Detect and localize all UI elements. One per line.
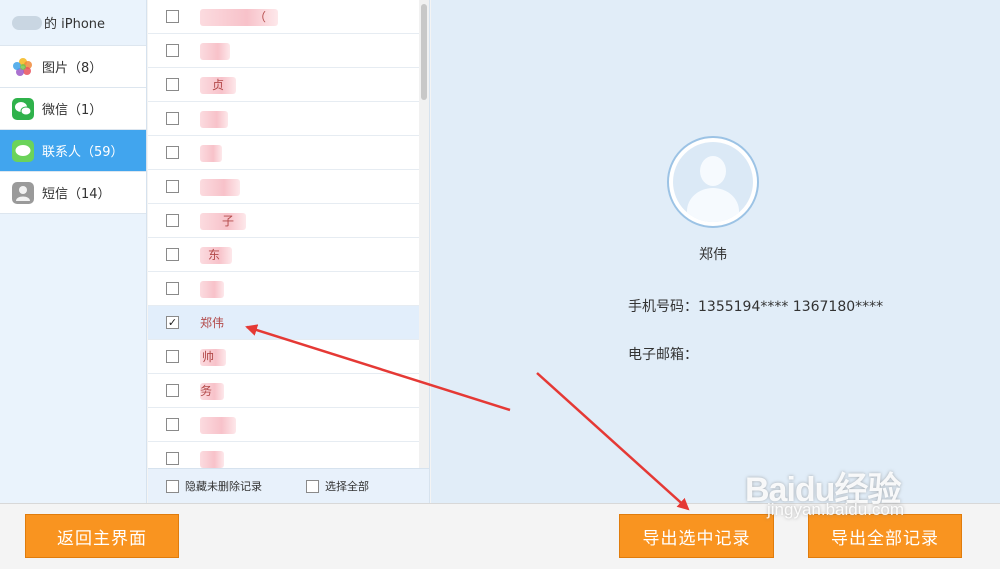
back-to-main-button[interactable]: 返回主界面	[25, 514, 179, 558]
contact-checkbox[interactable]	[166, 350, 179, 363]
contact-name-label: 帅	[202, 350, 215, 364]
default-avatar-icon	[673, 142, 753, 222]
watermark-site: jingyan.baidu.com	[767, 500, 905, 519]
contact-checkbox[interactable]	[166, 146, 179, 159]
list-item[interactable]: 东	[148, 238, 420, 272]
sidebar-item-sms[interactable]: 短信（14）	[0, 172, 146, 214]
contact-name-label: 务	[200, 384, 213, 398]
sidebar-item-photos[interactable]: 图片（8）	[0, 46, 146, 88]
email-label: 电子邮箱：	[628, 347, 698, 363]
list-item[interactable]	[148, 136, 420, 170]
sidebar-item-label: 图片（8）	[42, 61, 103, 76]
list-item[interactable]	[148, 170, 420, 204]
phone-manager-window: 的 iPhone 图片（8） 微信（1） 联系人（59） 短信（14） （ 贞 …	[0, 0, 1000, 569]
contacts-message-icon	[12, 139, 34, 162]
hide-deleted-label: 隐藏未删除记录	[185, 480, 262, 493]
contact-name-label: （	[254, 10, 267, 24]
contact-checkbox[interactable]	[166, 248, 179, 261]
contact-checkbox[interactable]	[166, 10, 179, 23]
list-footer: 隐藏未删除记录 选择全部	[148, 468, 429, 503]
pixelated-name	[200, 43, 230, 60]
sms-contact-icon	[12, 181, 34, 204]
sidebar: 的 iPhone 图片（8） 微信（1） 联系人（59） 短信（14）	[0, 0, 147, 503]
list-item[interactable]: ✓ 郑伟	[148, 306, 420, 340]
scrollbar-thumb[interactable]	[421, 4, 427, 100]
list-item[interactable]	[148, 408, 420, 442]
select-all-checkbox[interactable]	[306, 479, 319, 493]
contact-detail-panel: 郑伟 手机号码：1355194**** 1367180**** 电子邮箱：	[431, 0, 1000, 503]
contact-name-label: 东	[208, 248, 221, 262]
list-item[interactable]	[148, 272, 420, 306]
pixelated-name	[200, 281, 224, 298]
sidebar-item-label: 短信（14）	[42, 187, 111, 202]
contact-checkbox[interactable]	[166, 452, 179, 465]
device-item[interactable]: 的 iPhone	[0, 0, 146, 46]
contact-name-label: 子	[222, 214, 235, 228]
list-scrollbar[interactable]	[419, 0, 429, 468]
contact-name-label: 郑伟	[200, 316, 225, 330]
pixelated-name	[200, 417, 236, 434]
device-label: 的 iPhone	[44, 17, 106, 32]
contact-checkbox[interactable]: ✓	[166, 316, 179, 329]
list-item[interactable]	[148, 34, 420, 68]
pixelated-name	[200, 145, 222, 162]
list-item[interactable]: （	[148, 0, 420, 34]
phone-label: 手机号码：	[628, 299, 698, 315]
list-item[interactable]: 帅	[148, 340, 420, 374]
sidebar-item-wechat[interactable]: 微信（1）	[0, 88, 146, 130]
sidebar-item-label: 微信（1）	[42, 103, 103, 118]
list-item[interactable]: 贞	[148, 68, 420, 102]
contact-name-label: 贞	[212, 78, 225, 92]
wechat-icon	[12, 97, 34, 120]
avatar	[667, 136, 759, 228]
contact-checkbox[interactable]	[166, 78, 179, 91]
pixelated-name	[200, 111, 228, 128]
sidebar-item-contacts[interactable]: 联系人（59）	[0, 130, 146, 172]
hide-deleted-checkbox[interactable]	[166, 479, 179, 493]
list-item[interactable]: 子	[148, 204, 420, 238]
contact-checkbox[interactable]	[166, 214, 179, 227]
baidu-watermark: Baidu经验 jingyan.baidu.com	[745, 462, 904, 519]
pixelated-name	[200, 451, 224, 468]
contact-checkbox[interactable]	[166, 418, 179, 431]
email-row: 电子邮箱：	[628, 344, 698, 364]
contact-checkbox[interactable]	[166, 282, 179, 295]
export-all-button[interactable]: 导出全部记录	[808, 514, 962, 558]
contact-checkbox[interactable]	[166, 180, 179, 193]
select-all-label: 选择全部	[325, 480, 369, 493]
contact-name: 郑伟	[699, 247, 727, 263]
list-item[interactable]	[148, 102, 420, 136]
list-item[interactable]	[148, 442, 420, 468]
blurred-device-name	[12, 15, 42, 30]
contact-list-rows: （ 贞子东 ✓ 郑伟帅务	[148, 0, 420, 468]
export-selected-button[interactable]: 导出选中记录	[619, 514, 774, 558]
pixelated-name	[200, 179, 240, 196]
contact-checkbox[interactable]	[166, 384, 179, 397]
sidebar-item-label: 联系人（59）	[42, 145, 124, 160]
pixelated-name	[200, 9, 278, 26]
contact-checkbox[interactable]	[166, 44, 179, 57]
phone-row: 手机号码：1355194**** 1367180****	[628, 296, 883, 316]
list-item[interactable]: 务	[148, 374, 420, 408]
contact-list: （ 贞子东 ✓ 郑伟帅务 隐藏未删除记录 选择全部	[148, 0, 430, 503]
photos-icon	[12, 56, 34, 78]
phone-value: 1355194**** 1367180****	[698, 299, 884, 315]
select-all-option[interactable]: 选择全部	[306, 478, 369, 494]
contact-checkbox[interactable]	[166, 112, 179, 125]
